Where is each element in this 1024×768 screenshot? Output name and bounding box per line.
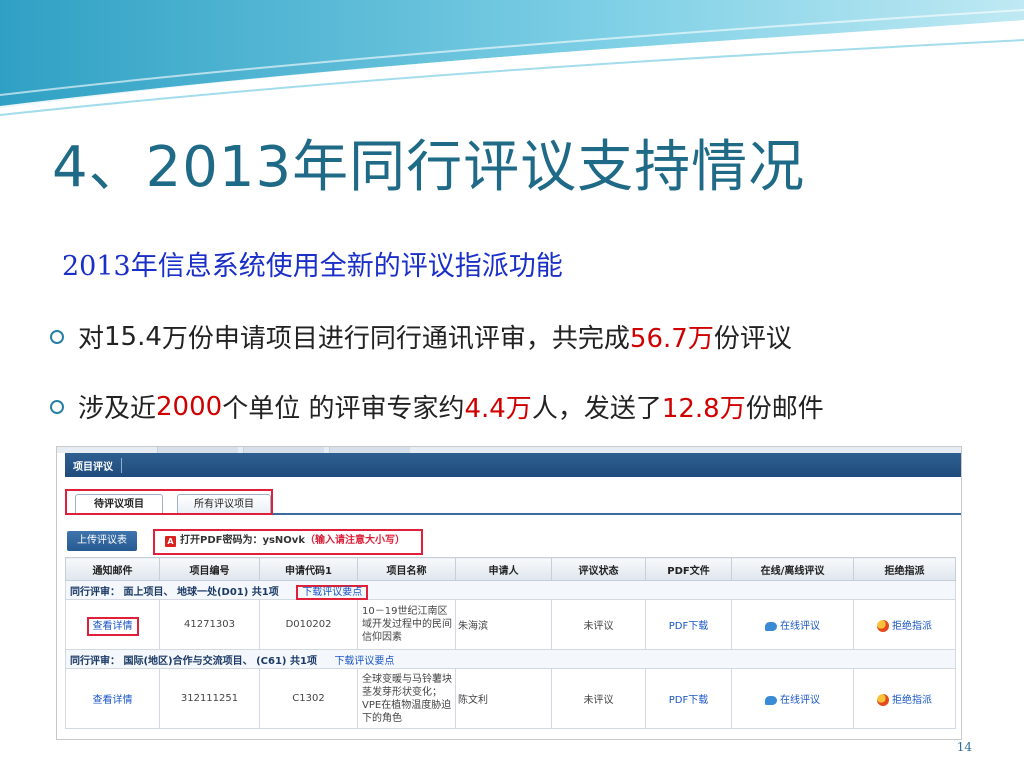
nav-bar: 项目评议 xyxy=(65,453,961,477)
view-details-link[interactable]: 查看详情 xyxy=(86,617,139,636)
online-review-link[interactable]: 在线评议 xyxy=(780,621,820,632)
bullet-text: 份邮件 xyxy=(745,394,824,424)
bullet-text: 个单位 的评审专家约 xyxy=(222,394,465,424)
group-row: 同行评审： 面上项目、 地球一处(D01) 共1项 下载评议要点 xyxy=(65,580,956,600)
nav-tab-review[interactable]: 项目评议 xyxy=(65,457,122,473)
bullet-text: 对 xyxy=(78,324,105,354)
header-wave-decoration xyxy=(0,0,1024,116)
review-tabs: 待评议项目 所有评议项目 xyxy=(65,487,961,515)
table-row: 查看详情 41271303 D010202 10－19世纪江南区域开发过程中的民… xyxy=(65,599,956,650)
bullet-number: 15.4 xyxy=(104,321,162,352)
column-header: 拒绝指派 xyxy=(853,557,956,581)
table-row: 查看详情 312111251 C1302 全球变暖与马铃薯块茎发芽形状变化；VP… xyxy=(65,668,956,729)
column-header: PDF文件 xyxy=(645,557,732,581)
bullet-highlight: 12.8万 xyxy=(661,394,746,424)
group-label: 同行评审： 国际(地区)合作与交流项目、 (C61) 共1项 xyxy=(70,655,317,667)
application-code-cell: C1302 xyxy=(259,668,358,729)
action-row: 上传评议表 A 打开PDF密码为：ysNOvk （输入请注意大小写） xyxy=(65,529,953,555)
highlight-box-password xyxy=(153,529,423,555)
bullet-item-1: 对 15.4 万份申请项目进行同行通讯评审，共完成 56.7万 份评议 xyxy=(50,318,792,355)
embedded-screenshot: 项目评议 待评议项目 所有评议项目 上传评议表 A 打开PDF密码为：ysNOv… xyxy=(56,446,962,740)
review-status-cell: 未评议 xyxy=(551,599,646,650)
applicant-cell: 陈文利 xyxy=(455,668,552,729)
column-header: 在线/离线评议 xyxy=(731,557,854,581)
review-table: 通知邮件 项目编号 申请代码1 项目名称 申请人 评议状态 PDF文件 在线/离… xyxy=(65,557,956,729)
column-header: 申请代码1 xyxy=(259,557,358,581)
column-header: 项目名称 xyxy=(357,557,456,581)
review-status-cell: 未评议 xyxy=(551,668,646,729)
bullet-circle-icon xyxy=(50,329,64,344)
bullet-text: 涉及近 xyxy=(78,394,157,424)
project-name-cell: 全球变暖与马铃薯块茎发芽形状变化；VPE在植物温度胁迫下的角色 xyxy=(357,668,456,729)
group-label: 同行评审： 面上项目、 地球一处(D01) 共1项 xyxy=(70,586,279,598)
applicant-cell: 朱海滨 xyxy=(455,599,552,650)
upload-review-button[interactable]: 上传评议表 xyxy=(67,531,137,551)
column-header: 申请人 xyxy=(455,557,552,581)
column-header: 项目编号 xyxy=(159,557,260,581)
bullet-item-2: 涉及近 2000 个单位 的评审专家约 4.4万 人，发送了 12.8万 份邮件 xyxy=(50,388,824,425)
group-row: 同行评审： 国际(地区)合作与交流项目、 (C61) 共1项 下载评议要点 xyxy=(65,649,956,669)
chat-bubble-icon xyxy=(765,621,777,631)
pdf-download-link[interactable]: PDF下载 xyxy=(669,621,708,632)
refuse-assignment-link[interactable]: 拒绝指派 xyxy=(892,621,932,632)
project-number-cell: 312111251 xyxy=(159,668,260,729)
bullet-highlight: 56.7万 xyxy=(629,324,714,354)
refuse-icon xyxy=(877,694,889,706)
bullet-text: 份评议 xyxy=(713,324,792,354)
bullet-circle-icon xyxy=(50,399,64,414)
slide-subtitle: 2013年信息系统使用全新的评议指派功能 xyxy=(62,251,563,282)
slide-title: 4、2013年同行评议支持情况 xyxy=(52,135,806,200)
page-number: 14 xyxy=(956,740,972,754)
project-number-cell: 41271303 xyxy=(159,599,260,650)
bullet-text: 万份申请项目进行同行通讯评审，共完成 xyxy=(161,324,630,354)
column-header: 通知邮件 xyxy=(65,557,160,581)
table-header-row: 通知邮件 项目编号 申请代码1 项目名称 申请人 评议状态 PDF文件 在线/离… xyxy=(65,557,956,581)
pdf-download-link[interactable]: PDF下载 xyxy=(669,695,708,706)
highlight-box-tabs xyxy=(65,489,273,515)
chat-bubble-icon xyxy=(765,695,777,705)
bullet-text: 人，发送了 xyxy=(531,394,662,424)
bullet-highlight: 2000 xyxy=(156,391,223,422)
project-name-cell: 10－19世纪江南区域开发过程中的民间信仰因素 xyxy=(357,599,456,650)
bullet-highlight: 4.4万 xyxy=(464,394,532,424)
application-code-cell: D010202 xyxy=(259,599,358,650)
view-details-link[interactable]: 查看详情 xyxy=(93,695,133,706)
download-review-points-link[interactable]: 下载评议要点 xyxy=(296,584,369,600)
online-review-link[interactable]: 在线评议 xyxy=(780,695,820,706)
column-header: 评议状态 xyxy=(551,557,646,581)
refuse-icon xyxy=(877,620,889,632)
download-review-points-link[interactable]: 下载评议要点 xyxy=(334,656,394,667)
screenshot-top-strip xyxy=(57,447,961,453)
refuse-assignment-link[interactable]: 拒绝指派 xyxy=(892,695,932,706)
